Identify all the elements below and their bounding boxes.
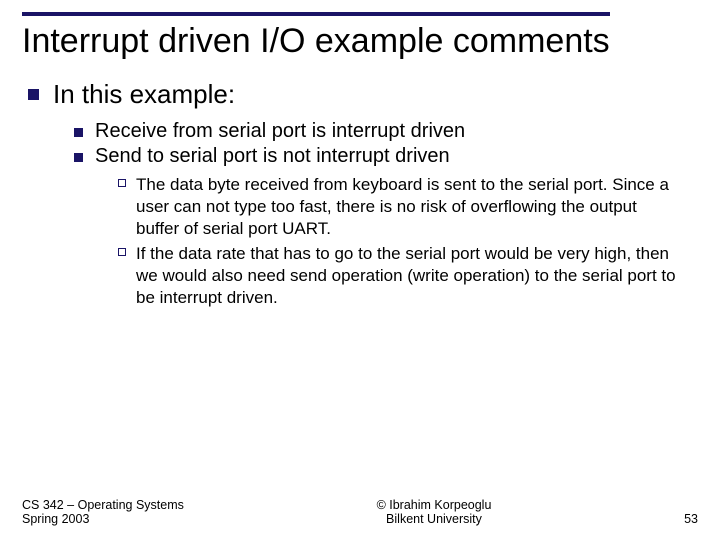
list-item-l2: Send to serial port is not interrupt dri… (74, 145, 698, 168)
l2-text: Receive from serial port is interrupt dr… (95, 120, 465, 143)
course-code: CS 342 – Operating Systems (22, 498, 184, 512)
l3-group: The data byte received from keyboard is … (74, 174, 698, 309)
footer-left: CS 342 – Operating Systems Spring 2003 (22, 498, 184, 526)
footer-center: © Ibrahim Korpeoglu Bilkent University (184, 498, 684, 526)
slide-title: Interrupt driven I/O example comments (22, 22, 610, 61)
list-item-l2: Receive from serial port is interrupt dr… (74, 120, 698, 143)
slide-number: 53 (684, 512, 698, 526)
copyright-line: © Ibrahim Korpeoglu (184, 498, 684, 512)
hollow-square-bullet-icon (118, 248, 126, 256)
l2-group: Receive from serial port is interrupt dr… (28, 120, 698, 309)
list-item-l3: If the data rate that has to go to the s… (118, 243, 698, 308)
square-bullet-icon (74, 153, 83, 162)
l1-text: In this example: (53, 79, 235, 110)
slide: Interrupt driven I/O example comments In… (0, 0, 720, 540)
hollow-square-bullet-icon (118, 179, 126, 187)
l3-text: If the data rate that has to go to the s… (136, 243, 676, 308)
list-item-l1: In this example: (28, 79, 698, 110)
affiliation-line: Bilkent University (184, 512, 684, 526)
square-bullet-icon (28, 89, 39, 100)
l3-text: The data byte received from keyboard is … (136, 174, 676, 239)
course-term: Spring 2003 (22, 512, 184, 526)
title-rule: Interrupt driven I/O example comments (22, 12, 610, 61)
list-item-l3: The data byte received from keyboard is … (118, 174, 698, 239)
slide-body: In this example: Receive from serial por… (22, 79, 698, 309)
slide-footer: CS 342 – Operating Systems Spring 2003 ©… (22, 498, 698, 526)
l2-text: Send to serial port is not interrupt dri… (95, 145, 450, 168)
square-bullet-icon (74, 128, 83, 137)
